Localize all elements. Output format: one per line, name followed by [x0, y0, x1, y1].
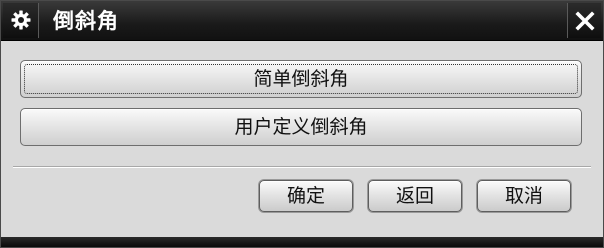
chamfer-dialog: 倒斜角 简单倒斜角 用户定义倒斜角 确定 返回 取消	[0, 0, 604, 248]
back-button[interactable]: 返回	[368, 180, 462, 212]
cancel-button[interactable]: 取消	[477, 180, 571, 212]
title-bar[interactable]: 倒斜角	[1, 1, 603, 41]
gear-icon	[11, 10, 31, 30]
user-defined-chamfer-button[interactable]: 用户定义倒斜角	[20, 108, 582, 146]
simple-chamfer-label: 简单倒斜角	[253, 68, 349, 90]
dialog-body: 简单倒斜角 用户定义倒斜角 确定 返回 取消	[1, 41, 603, 237]
user-defined-chamfer-label: 用户定义倒斜角	[234, 116, 368, 138]
separator	[13, 166, 591, 168]
ok-button[interactable]: 确定	[259, 180, 353, 212]
close-button[interactable]	[567, 3, 601, 38]
simple-chamfer-button[interactable]: 简单倒斜角	[20, 60, 582, 98]
window-bottom-border	[1, 237, 603, 247]
dialog-menu-button[interactable]	[3, 3, 39, 38]
close-icon	[575, 11, 595, 31]
dialog-title: 倒斜角	[53, 9, 119, 33]
